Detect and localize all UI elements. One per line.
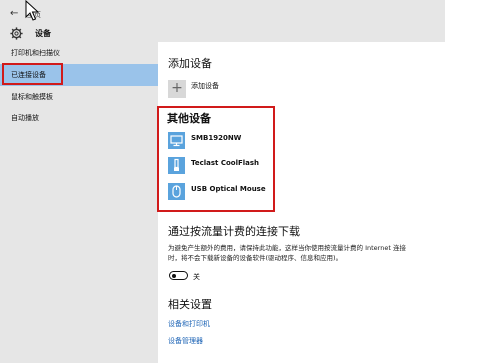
title-bar — [0, 0, 445, 42]
toggle-state-label: 关 — [193, 273, 200, 281]
device-name: USB Optical Mouse — [191, 185, 266, 193]
mouse-icon — [168, 183, 185, 200]
sidebar-item-autoplay[interactable]: 自动播放 — [0, 107, 158, 129]
add-device-heading: 添加设备 — [168, 57, 212, 70]
add-device-button[interactable]: + — [168, 80, 186, 98]
devices-printers-link[interactable]: 设备和打印机 — [168, 319, 210, 329]
usb-drive-icon — [168, 157, 185, 174]
highlight-box-sidebar — [2, 63, 63, 85]
metered-toggle[interactable] — [169, 271, 188, 280]
toggle-knob — [172, 273, 176, 278]
page-title: 设备 — [35, 29, 51, 38]
related-settings-heading: 相关设置 — [168, 298, 212, 311]
metered-description: 为避免产生额外的费用，请保持此功能，这样当你使用按流量计费的 Internet … — [168, 244, 406, 262]
gear-icon — [10, 27, 23, 40]
add-device-label[interactable]: 添加设备 — [191, 81, 219, 91]
back-button[interactable]: ← — [10, 8, 18, 19]
other-devices-heading: 其他设备 — [167, 112, 211, 125]
metered-heading: 通过按流量计费的连接下载 — [168, 225, 300, 238]
device-manager-link[interactable]: 设备管理器 — [168, 336, 203, 346]
sidebar-item-mouse-touchpad[interactable]: 鼠标和触摸板 — [0, 86, 158, 108]
right-margin — [445, 0, 480, 363]
mouse-cursor-icon — [25, 0, 39, 21]
monitor-icon — [168, 132, 185, 149]
device-name: SMB1920NW — [191, 134, 242, 142]
device-name: Teclast CoolFlash — [191, 159, 260, 167]
sidebar-item-printers[interactable]: 打印机和扫描仪 — [0, 42, 158, 64]
